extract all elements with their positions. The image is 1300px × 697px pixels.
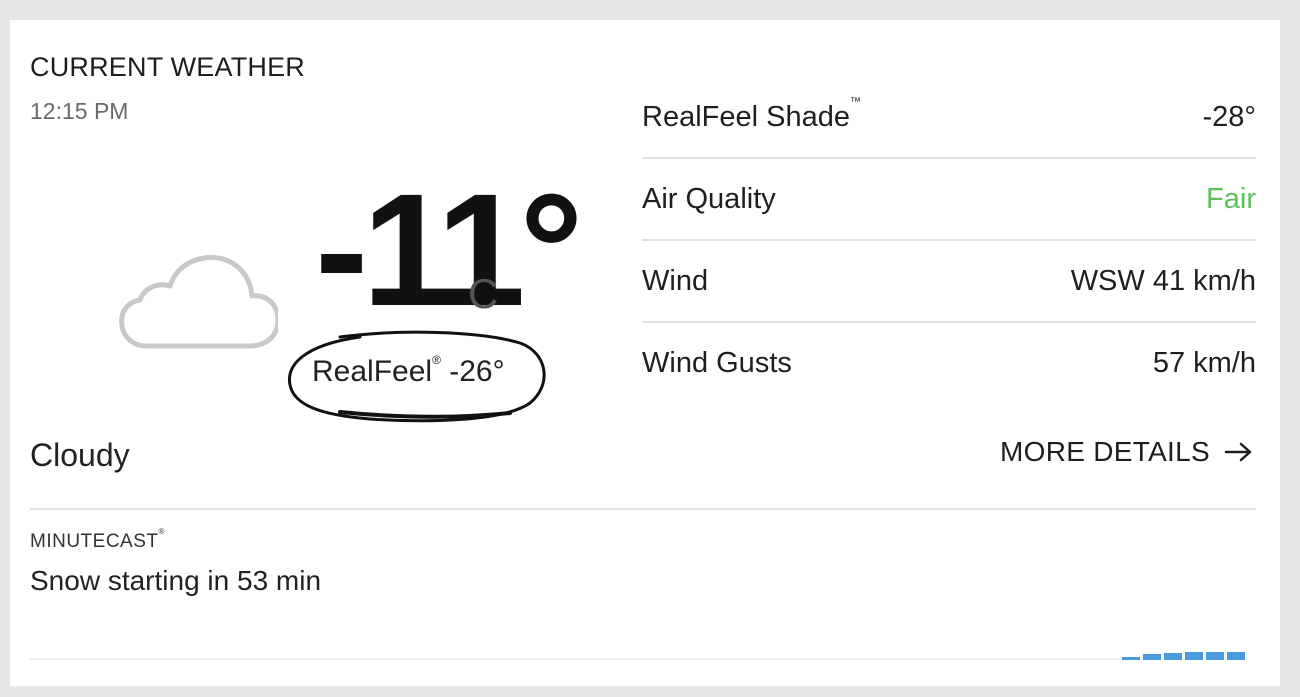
more-details-link[interactable]: MORE DETAILS [1000, 436, 1254, 468]
detail-label: Wind Gusts [642, 346, 792, 379]
temperature-unit: C [468, 270, 499, 317]
detail-value: WSW 41 km/h [1070, 264, 1256, 297]
minutecast-label: MINUTECAST® [30, 526, 165, 552]
detail-label: Air Quality [642, 182, 776, 215]
detail-value: 57 km/h [1152, 346, 1256, 379]
realfeel-value: -26° [449, 355, 505, 388]
arrow-right-icon [1224, 442, 1252, 462]
detail-row-wind-gusts: Wind Gusts 57 km/h [642, 323, 1256, 403]
minutecast-precip-bars [1122, 652, 1245, 660]
realfeel-temperature: RealFeel® -26° [312, 353, 505, 389]
current-weather-card: CURRENT WEATHER 12:15 PM -11° C RealFeel… [10, 20, 1280, 686]
more-details-label: MORE DETAILS [999, 436, 1210, 467]
weather-details-list: RealFeel Shade™ -28° Air Quality Fair Wi… [642, 77, 1256, 403]
minutecast-forecast: Snow starting in 53 min [30, 565, 322, 596]
card-title: CURRENT WEATHER [30, 52, 306, 82]
realfeel-label: RealFeel [312, 355, 433, 388]
observation-time: 12:15 PM [30, 98, 129, 124]
detail-label: Wind [642, 264, 709, 297]
section-divider [30, 508, 1256, 510]
weather-condition: Cloudy [30, 437, 130, 473]
detail-value: -28° [1202, 100, 1256, 133]
detail-value: Fair [1206, 182, 1256, 215]
registered-mark: ® [432, 353, 441, 367]
detail-row-air-quality: Air Quality Fair [642, 159, 1256, 241]
detail-row-realfeel-shade: RealFeel Shade™ -28° [642, 77, 1256, 159]
minutecast-baseline [30, 658, 1120, 660]
detail-row-wind: Wind WSW 41 km/h [642, 241, 1256, 323]
temperature-value: -11° [315, 160, 583, 339]
cloud-icon [119, 254, 278, 349]
detail-label: RealFeel Shade™ [642, 95, 861, 133]
